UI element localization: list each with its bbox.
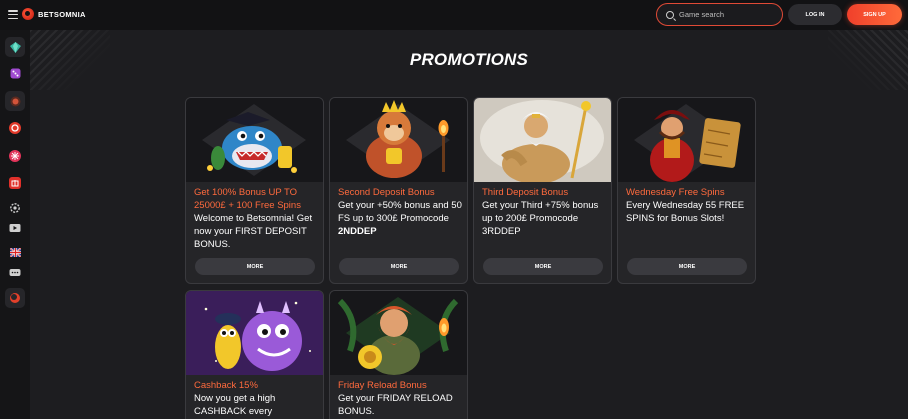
promo-card: Friday Reload Bonus Get your FRIDAY RELO…	[329, 290, 468, 419]
promo-description: Get your +50% bonus and 50 FS up to 300£…	[338, 199, 464, 238]
brand-logo-icon	[22, 8, 34, 20]
promo-description: Welcome to Betsomnia! Get now your FIRST…	[194, 213, 313, 250]
brand-icon	[10, 293, 20, 303]
brand-name: BETSOMNIA	[38, 9, 86, 19]
promo-card: Third Deposit Bonus Get your Third +75% …	[473, 97, 612, 284]
promo-title: Cashback 15%	[194, 380, 258, 391]
sidebar-item-gems[interactable]	[5, 37, 25, 57]
promo-image-purple-monster	[186, 291, 323, 375]
candy-icon	[9, 150, 21, 162]
promo-description: Get your FRIDAY RELOAD BONUS.	[338, 393, 453, 417]
game-search[interactable]	[656, 3, 783, 26]
brand-logo[interactable]: BETSOMNIA	[22, 8, 86, 20]
main-content: PROMOTIONS Get 100% Bonus UP TO 25000£ +…	[30, 30, 908, 419]
promo-title: Wednesday Free Spins	[626, 187, 725, 198]
promo-description: Now you get a high CASHBACK every	[194, 393, 276, 417]
promo-title: Friday Reload Bonus	[338, 380, 427, 391]
signup-button[interactable]: SIGN UP	[847, 4, 902, 25]
more-button[interactable]: MORE	[339, 258, 459, 275]
menu-icon[interactable]	[8, 10, 18, 19]
promo-description: Get your Third +75% bonus up to 200£ Pro…	[482, 200, 599, 237]
promo-card: Second Deposit Bonus Get your +50% bonus…	[329, 97, 468, 284]
page-title: PROMOTIONS	[409, 50, 529, 69]
promo-code: 2NDDEP	[338, 226, 377, 237]
promo-image-monkey-king	[330, 98, 467, 182]
login-button[interactable]: LOG IN	[788, 4, 842, 25]
sidebar-item-slots[interactable]	[5, 91, 25, 111]
sidebar-item-video[interactable]	[5, 218, 25, 238]
gem-icon	[9, 41, 21, 53]
promo-card: Wednesday Free Spins Every Wednesday 55 …	[617, 97, 756, 284]
promo-image-zeus	[474, 98, 611, 182]
more-button[interactable]: MORE	[483, 258, 603, 275]
sidebar-item-dice[interactable]	[5, 63, 25, 83]
uk-flag-icon	[9, 247, 21, 257]
promo-image-viking	[330, 291, 467, 375]
sidebar	[0, 30, 30, 419]
sidebar-item-settings[interactable]	[5, 198, 25, 218]
sidebar-item-candy[interactable]	[5, 146, 25, 166]
promo-image-shark-pirate	[186, 98, 323, 182]
more-button[interactable]: MORE	[195, 258, 315, 275]
chat-icon	[9, 269, 21, 276]
promo-card: Get 100% Bonus UP TO 25000£ + 100 Free S…	[185, 97, 324, 284]
promo-title: Third Deposit Bonus	[482, 187, 569, 198]
dice-icon	[10, 68, 20, 78]
promo-image-pirate-captain	[618, 98, 755, 182]
search-input[interactable]	[679, 10, 769, 19]
top-bar: BETSOMNIA LOG IN SIGN UP	[0, 0, 908, 30]
promo-description-text: Get your +50% bonus and 50 FS up to 300£…	[338, 200, 462, 224]
promo-title: Get 100% Bonus UP TO 25000£ + 100 Free S…	[194, 187, 301, 211]
video-icon	[9, 224, 21, 232]
sidebar-item-live-casino[interactable]	[5, 118, 25, 138]
more-button[interactable]: MORE	[627, 258, 747, 275]
promo-card: Cashback 15% Now you get a high CASHBACK…	[185, 290, 324, 419]
sidebar-item-brand[interactable]	[5, 288, 25, 308]
promo-title: Second Deposit Bonus	[338, 187, 435, 198]
settings-icon	[10, 203, 20, 213]
promo-description: Every Wednesday 55 FREE SPINS for Bonus …	[626, 200, 745, 224]
sidebar-item-chat[interactable]	[5, 263, 25, 283]
slots-icon	[10, 96, 20, 106]
sidebar-item-gift[interactable]	[5, 173, 25, 193]
gift-icon	[9, 177, 21, 189]
live-casino-icon	[9, 122, 21, 134]
search-icon	[666, 10, 674, 19]
sidebar-item-language[interactable]	[5, 242, 25, 262]
